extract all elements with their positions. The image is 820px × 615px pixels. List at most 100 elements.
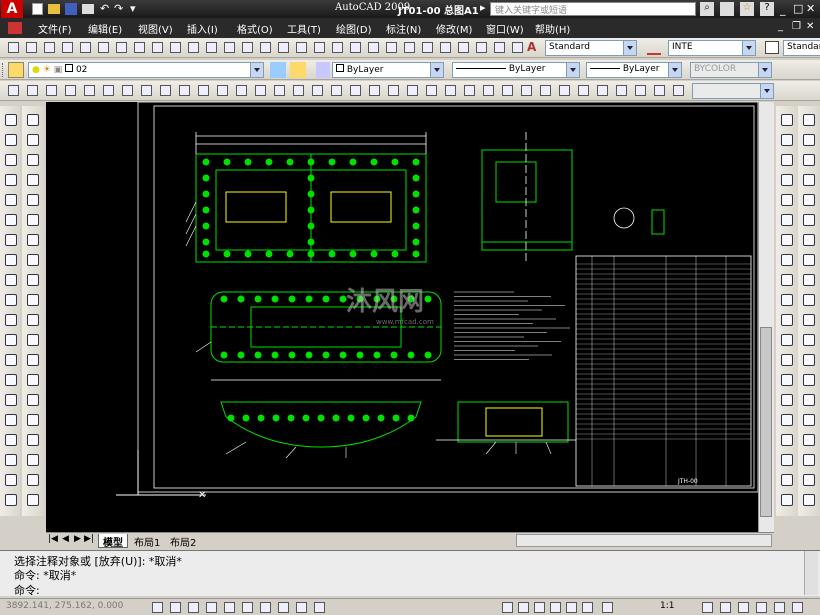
right-tool-a-20-icon[interactable]: [779, 492, 795, 508]
open-icon[interactable]: [48, 4, 60, 14]
right-tool-a-5-icon[interactable]: [779, 192, 795, 208]
menu-edit[interactable]: 编辑(E): [88, 21, 122, 36]
draw-tool-35-icon[interactable]: [652, 83, 667, 98]
modify-vertical-14-icon[interactable]: [25, 372, 41, 388]
right-tool-a-1-icon[interactable]: [779, 112, 795, 128]
standard-tool-15-icon[interactable]: [258, 40, 273, 55]
right-tool-b-20-icon[interactable]: [801, 492, 817, 508]
standard-tool-2-icon[interactable]: [24, 40, 39, 55]
right-tool-b-6-icon[interactable]: [801, 212, 817, 228]
right-tool-a-18-icon[interactable]: [779, 452, 795, 468]
standard-tool-14-icon[interactable]: [240, 40, 255, 55]
view-select[interactable]: [692, 83, 774, 99]
modify-vertical-11-icon[interactable]: [25, 312, 41, 328]
status-toggle-4-icon[interactable]: [204, 600, 219, 615]
status-toggle-12-icon[interactable]: [516, 600, 531, 615]
lineweight-select[interactable]: ByLayer: [586, 62, 682, 78]
right-tool-a-10-icon[interactable]: [779, 292, 795, 308]
standard-tool-17-icon[interactable]: [294, 40, 309, 55]
standard-tool-23-icon[interactable]: [402, 40, 417, 55]
standard-tool-3-icon[interactable]: [42, 40, 57, 55]
draw-tool-22-icon[interactable]: [405, 83, 420, 98]
modify-vertical-1-icon[interactable]: [25, 112, 41, 128]
table-style-icon[interactable]: [765, 41, 779, 54]
standard-tool-7-icon[interactable]: [114, 40, 129, 55]
color-select[interactable]: ByLayer: [332, 62, 444, 78]
draw-tool-29-icon[interactable]: [538, 83, 553, 98]
draw-vertical-17-icon[interactable]: [3, 432, 19, 448]
scrollbar-thumb[interactable]: [760, 327, 772, 517]
status-toggle-17-icon[interactable]: [600, 600, 615, 615]
standard-tool-22-icon[interactable]: [384, 40, 399, 55]
status-toggle-16-icon[interactable]: [580, 600, 595, 615]
menu-help[interactable]: 帮助(H): [535, 21, 570, 36]
tab-first-icon[interactable]: |◀: [48, 534, 58, 544]
status-toggle-7-icon[interactable]: [258, 600, 273, 615]
horizontal-scrollbar[interactable]: [516, 534, 772, 547]
draw-tool-17-icon[interactable]: [310, 83, 325, 98]
draw-tool-31-icon[interactable]: [576, 83, 591, 98]
favorites-icon[interactable]: ☆: [740, 2, 754, 16]
menu-tools[interactable]: 工具(T): [287, 21, 321, 36]
modify-vertical-4-icon[interactable]: [25, 172, 41, 188]
tab-model[interactable]: 模型: [98, 534, 128, 549]
draw-tool-2-icon[interactable]: [25, 83, 40, 98]
chevron-down-icon[interactable]: [566, 63, 579, 77]
qat-dropdown-icon[interactable]: ▾: [130, 2, 136, 15]
chevron-down-icon[interactable]: [758, 63, 771, 77]
doc-restore-icon[interactable]: ❐: [792, 21, 801, 32]
modify-vertical-8-icon[interactable]: [25, 252, 41, 268]
grip-handle[interactable]: [2, 63, 5, 77]
draw-vertical-10-icon[interactable]: [3, 292, 19, 308]
standard-tool-25-icon[interactable]: [438, 40, 453, 55]
status-toggle-2-icon[interactable]: [168, 600, 183, 615]
redo-icon[interactable]: ↷: [114, 2, 123, 15]
draw-tool-8-icon[interactable]: [139, 83, 154, 98]
standard-tool-12-icon[interactable]: [204, 40, 219, 55]
standard-tool-9-icon[interactable]: [150, 40, 165, 55]
draw-vertical-2-icon[interactable]: [3, 132, 19, 148]
standard-tool-1-icon[interactable]: [6, 40, 21, 55]
chevron-down-icon[interactable]: [250, 63, 263, 77]
draw-tool-32-icon[interactable]: [595, 83, 610, 98]
doc-minimize-icon[interactable]: _: [778, 21, 783, 32]
right-tool-a-16-icon[interactable]: [779, 412, 795, 428]
right-tool-a-15-icon[interactable]: [779, 392, 795, 408]
draw-tool-27-icon[interactable]: [500, 83, 515, 98]
undo-icon[interactable]: ↶: [100, 2, 109, 15]
chevron-down-icon[interactable]: [668, 63, 681, 77]
modify-vertical-12-icon[interactable]: [25, 332, 41, 348]
right-tool-a-19-icon[interactable]: [779, 472, 795, 488]
make-current-layer-icon[interactable]: [270, 62, 286, 78]
linetype-select[interactable]: ByLayer: [452, 62, 580, 78]
standard-tool-29-icon[interactable]: [510, 40, 525, 55]
standard-tool-18-icon[interactable]: [312, 40, 327, 55]
draw-vertical-1-icon[interactable]: [3, 112, 19, 128]
draw-tool-5-icon[interactable]: [82, 83, 97, 98]
close-icon[interactable]: ✕: [806, 2, 815, 15]
status-toggle-10-icon[interactable]: [312, 600, 327, 615]
draw-tool-7-icon[interactable]: [120, 83, 135, 98]
draw-tool-12-icon[interactable]: [215, 83, 230, 98]
modify-vertical-19-icon[interactable]: [25, 472, 41, 488]
draw-vertical-13-icon[interactable]: [3, 352, 19, 368]
search-icon[interactable]: ⌕: [700, 2, 714, 16]
draw-tool-10-icon[interactable]: [177, 83, 192, 98]
right-tool-b-2-icon[interactable]: [801, 132, 817, 148]
right-tool-a-9-icon[interactable]: [779, 272, 795, 288]
draw-tool-1-icon[interactable]: [6, 83, 21, 98]
draw-tool-21-icon[interactable]: [386, 83, 401, 98]
draw-tool-28-icon[interactable]: [519, 83, 534, 98]
menu-window[interactable]: 窗口(W): [486, 21, 524, 36]
right-tool-b-1-icon[interactable]: [801, 112, 817, 128]
draw-vertical-12-icon[interactable]: [3, 332, 19, 348]
status-toggle-9-icon[interactable]: [294, 600, 309, 615]
status-toggle-21-icon[interactable]: [754, 600, 769, 615]
tab-last-icon[interactable]: ▶|: [84, 534, 94, 544]
draw-tool-26-icon[interactable]: [481, 83, 496, 98]
modify-vertical-5-icon[interactable]: [25, 192, 41, 208]
draw-tool-20-icon[interactable]: [367, 83, 382, 98]
right-tool-b-9-icon[interactable]: [801, 272, 817, 288]
status-toggle-8-icon[interactable]: [276, 600, 291, 615]
modify-vertical-9-icon[interactable]: [25, 272, 41, 288]
